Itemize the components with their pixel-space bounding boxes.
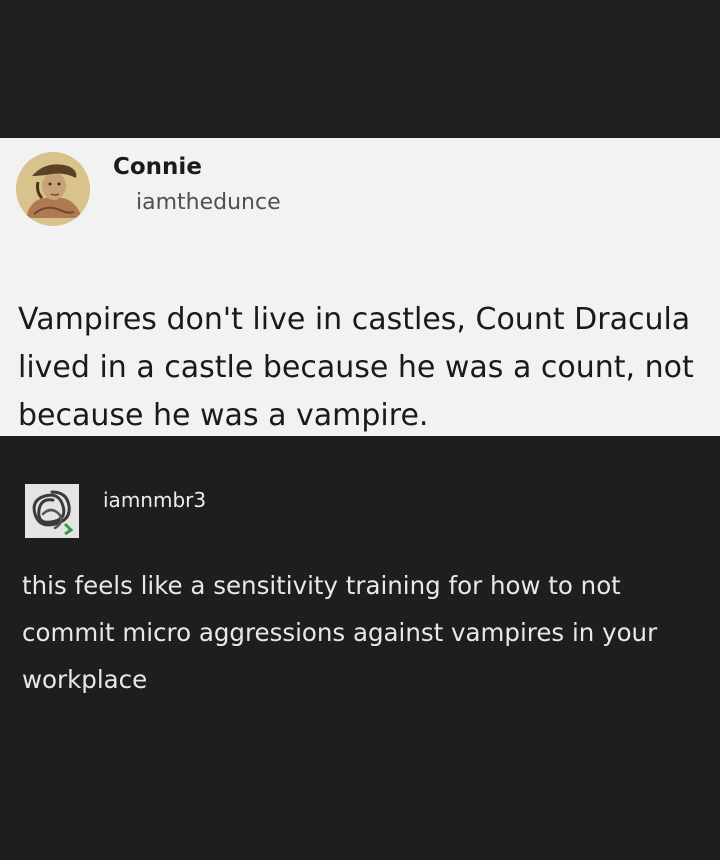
original-post-card: Connie iamthedunce Vampires don't live i… <box>0 138 720 436</box>
top-bar <box>0 0 720 138</box>
reply-username[interactable]: iamnmbr3 <box>103 490 206 510</box>
original-post-display-name[interactable]: Connie <box>113 156 202 179</box>
portrait-avatar-icon[interactable] <box>16 152 90 226</box>
original-post-username[interactable]: iamthedunce <box>136 192 281 214</box>
reply-text: this feels like a sensitivity training f… <box>22 571 658 694</box>
knot-avatar-icon[interactable] <box>25 484 79 538</box>
original-post-text: Vampires don't live in castles, Count Dr… <box>18 302 694 433</box>
